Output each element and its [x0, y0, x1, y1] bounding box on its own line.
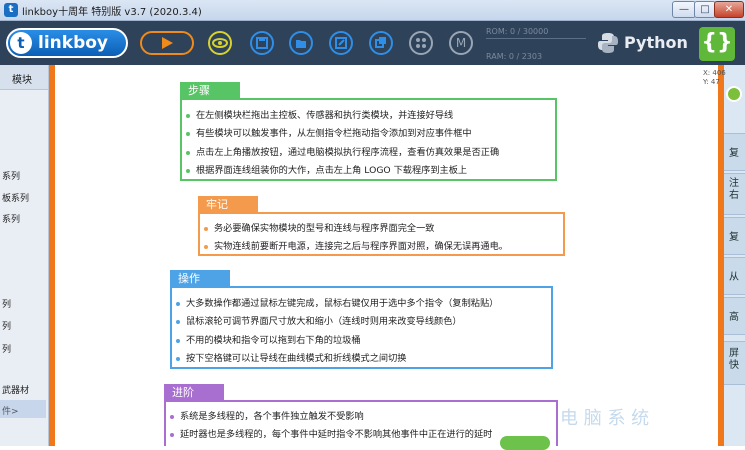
module-sidebar-title: 模块 [12, 75, 32, 86]
window-title: linkboy十周年 特别版 v3.7 (2020.3.4) [22, 7, 202, 18]
save-icon[interactable] [250, 31, 274, 55]
play-button[interactable] [140, 31, 194, 55]
module-category-item[interactable]: 系列 [2, 169, 20, 182]
list-item: 点击左上角播放按钮，通过电脑模拟执行程序流程，查看仿真效果是否正确 [186, 144, 499, 158]
minimize-button[interactable]: — [672, 1, 696, 18]
instruction-tab[interactable]: 从 [724, 257, 745, 295]
ram-usage: RAM: 0 / 2303 [486, 52, 543, 61]
instruction-tab[interactable]: 注 右 [724, 173, 745, 215]
module-category-item[interactable]: 板系列 [2, 191, 29, 204]
m-icon[interactable]: M [449, 31, 473, 55]
instruction-sidebar: 复 注 右 复 从 高 屏 快 [724, 65, 745, 446]
title-bar: t linkboy十周年 特别版 v3.7 (2020.3.4) — □ ✕ [0, 0, 745, 21]
collapse-icon[interactable] [726, 86, 742, 102]
main-toolbar: t linkboy M ROM: 0 / 30000 RAM: 0 / 2303… [0, 21, 745, 65]
module-category-item[interactable]: 件> [2, 404, 19, 417]
close-button[interactable]: ✕ [714, 1, 744, 18]
notes-card: 务必要确保实物模块的型号和连线与程序界面完全一致 实物连线前要断开电源，连接完之… [198, 212, 565, 256]
module-sidebar-header: 模块 [0, 65, 48, 90]
operations-card: 大多数操作都通过鼠标左键完成，鼠标右键仅用于选中多个指令（复制粘贴） 鼠标滚轮可… [170, 286, 553, 369]
list-item: 系统是多线程的，各个事件独立触发不受影响 [170, 408, 364, 422]
app-icon: t [4, 3, 18, 17]
copy-icon[interactable] [369, 31, 393, 55]
list-item: 延时器也是多线程的，每个事件中延时指令不影响其他事件中正在进行的延时 [170, 426, 492, 440]
sidebar-divider-left[interactable] [49, 65, 55, 446]
instruction-tab[interactable]: 屏 快 [724, 341, 745, 385]
folder-icon[interactable] [289, 31, 313, 55]
python-icon [598, 33, 618, 53]
logo-symbol: t [10, 32, 32, 54]
watermark: 电 脑 系 统 [560, 408, 650, 429]
list-item: 务必要确保实物模块的型号和连线与程序界面完全一致 [204, 220, 435, 234]
list-item: 不用的模块和指令可以拖到右下角的垃圾桶 [176, 332, 361, 346]
module-sidebar: 模块 系列 板系列 系列 列 列 列 武器材 件> [0, 65, 49, 446]
rom-divider [486, 38, 586, 39]
linkboy-logo-button[interactable]: t linkboy [6, 28, 128, 58]
cursor-y: Y: 47 [703, 78, 720, 86]
cursor-x: X: 406 [703, 69, 726, 77]
rom-usage: ROM: 0 / 30000 [486, 27, 549, 36]
eye-icon[interactable] [208, 31, 232, 55]
list-item: 按下空格键可以让导线在曲线模式和折线模式之间切换 [176, 350, 407, 364]
list-item: 在左侧模块栏拖出主控板、传感器和执行类模块，并连接好导线 [186, 107, 453, 121]
edit-icon[interactable] [329, 31, 353, 55]
list-item: 鼠标滚轮可调节界面尺寸放大和缩小（连线时则用来改变导线颜色） [176, 313, 462, 327]
list-item: 实物连线前要断开电源，连接完之后与程序界面对照，确保无误再通电。 [204, 238, 508, 252]
python-button[interactable]: Python [624, 33, 688, 52]
module-category-item[interactable]: 列 [2, 342, 11, 355]
play-icon [162, 37, 173, 49]
instruction-tab[interactable]: 高 [724, 297, 745, 335]
module-category-item[interactable]: 系列 [2, 212, 20, 225]
trash-bin-icon[interactable] [500, 436, 550, 450]
list-item: 大多数操作都通过鼠标左键完成，鼠标右键仅用于选中多个指令（复制粘贴） [176, 295, 498, 309]
list-item: 根据界面连线组装你的大作，点击左上角 LOGO 下载程序到主板上 [186, 162, 467, 176]
module-category-item[interactable]: 列 [2, 319, 11, 332]
advanced-card: 系统是多线程的，各个事件独立触发不受影响 延时器也是多线程的，每个事件中延时指令… [164, 400, 558, 446]
module-category-item[interactable]: 武器材 [2, 383, 29, 396]
code-view-button[interactable]: {} [699, 27, 735, 61]
maximize-button[interactable]: □ [694, 1, 716, 18]
logo-text: linkboy [38, 33, 108, 53]
instruction-tab[interactable]: 复 [724, 217, 745, 255]
instruction-tab[interactable]: 复 [724, 133, 745, 171]
cursor-coordinates: X: 406 Y: 47 [703, 69, 726, 87]
module-category-item[interactable]: 列 [2, 297, 11, 310]
steps-card: 在左侧模块栏拖出主控板、传感器和执行类模块，并连接好导线 有些模块可以触发事件，… [180, 98, 557, 181]
grid-icon[interactable] [409, 31, 433, 55]
list-item: 有些模块可以触发事件，从左侧指令栏拖动指令添加到对应事件框中 [186, 125, 472, 139]
